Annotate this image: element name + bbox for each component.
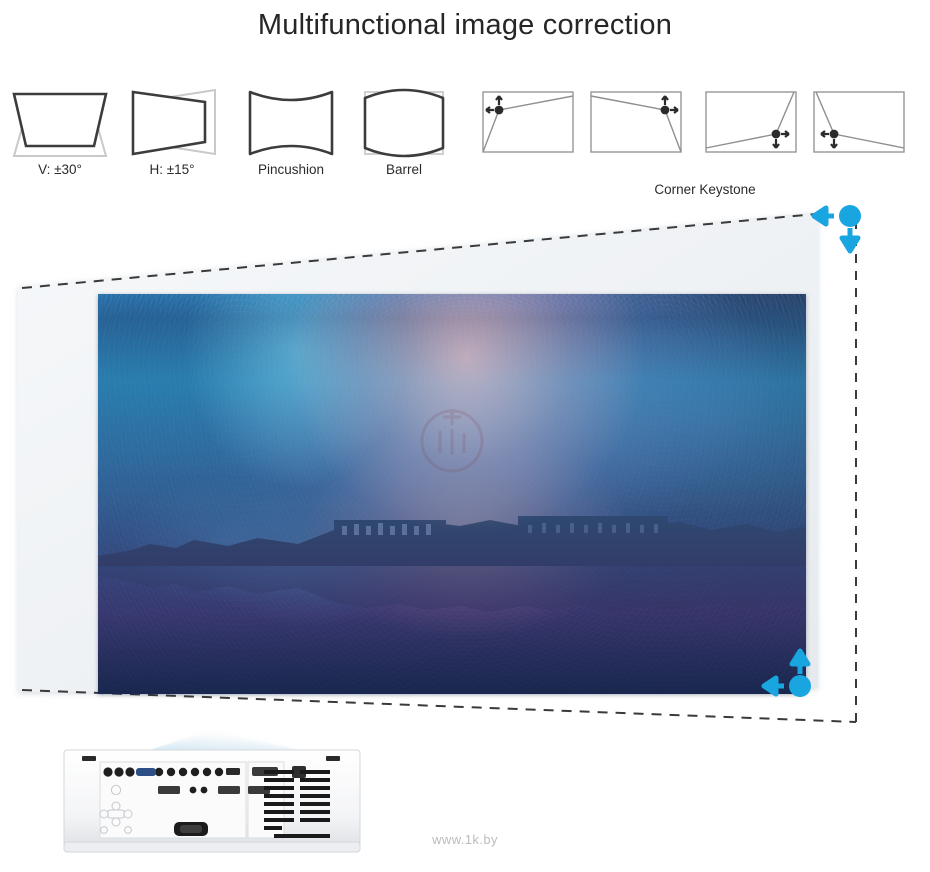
arrow-up-icon[interactable] <box>789 648 811 674</box>
projection-scene <box>0 190 930 750</box>
icon-barrel: Barrel <box>353 84 455 177</box>
site-watermark: www.1k.by <box>432 832 498 847</box>
corner-keystone-bottom-left-icon <box>813 91 905 153</box>
icon-corner-top-right <box>585 84 687 160</box>
icon-label-vertical-keystone: V: ±30° <box>38 162 82 177</box>
icon-label-horizontal-keystone: H: ±15° <box>149 162 195 177</box>
icon-corner-bottom-left <box>808 84 910 160</box>
corner-keystone-top-left-icon <box>482 91 574 153</box>
arrow-down-icon[interactable] <box>839 228 861 254</box>
projected-photo <box>98 294 806 694</box>
handle-top-right[interactable] <box>800 198 880 278</box>
corner-keystone-top-right-icon <box>590 91 682 153</box>
barrel-icon <box>363 88 445 158</box>
photo-layer-reflection <box>98 294 806 694</box>
page-title: Multifunctional image correction <box>257 9 673 41</box>
vertical-keystone-icon <box>12 92 108 157</box>
icon-vertical-keystone: V: ±30° <box>8 84 112 177</box>
handle-top-right-grip[interactable] <box>839 205 861 227</box>
horizontal-keystone-icon <box>131 88 216 156</box>
corner-keystone-bottom-right-icon <box>705 91 797 153</box>
handle-bottom-right-grip[interactable] <box>789 675 811 697</box>
pincushion-icon <box>248 90 334 156</box>
icon-corner-bottom-right <box>700 84 802 160</box>
icon-label-pincushion: Pincushion <box>257 162 325 177</box>
handle-bottom-right[interactable] <box>746 628 836 718</box>
arrow-left-icon-2[interactable] <box>761 675 784 697</box>
icon-corner-top-left <box>477 84 579 160</box>
icon-horizontal-keystone: H: ±15° <box>123 84 221 177</box>
screenshot-root: Multifunctional image correction V: ±30°… <box>0 0 930 872</box>
arrow-left-icon[interactable] <box>811 205 834 227</box>
icon-pincushion: Pincushion <box>240 84 342 177</box>
icon-label-barrel: Barrel <box>385 162 422 177</box>
